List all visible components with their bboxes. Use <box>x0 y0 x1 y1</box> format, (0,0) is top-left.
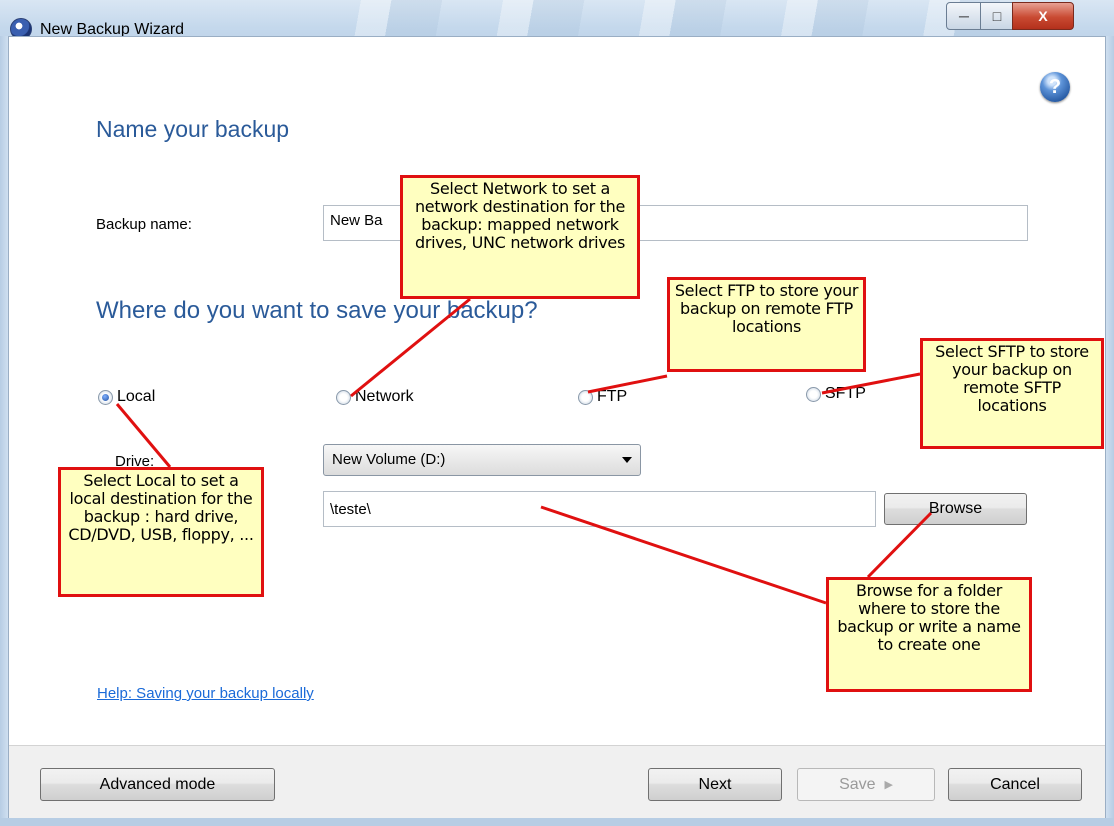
radio-unchecked-icon <box>578 389 593 405</box>
radio-network[interactable]: Network <box>336 388 414 406</box>
radio-checked-icon <box>98 389 113 405</box>
callout-ftp: Select FTP to store your backup on remot… <box>667 277 866 372</box>
close-button[interactable]: X <box>1012 2 1074 30</box>
radio-local-label: Local <box>117 388 156 405</box>
minimize-button[interactable]: ─ <box>946 2 982 30</box>
drive-select-value: New Volume (D:) <box>332 451 446 468</box>
save-button[interactable]: Save ▶ <box>797 768 935 801</box>
help-icon[interactable]: ? <box>1040 72 1070 102</box>
cancel-button[interactable]: Cancel <box>948 768 1082 801</box>
radio-unchecked-icon <box>806 386 821 402</box>
radio-sftp-label: SFTP <box>825 385 866 402</box>
heading-save-location: Where do you want to save your backup? <box>96 297 538 324</box>
window-frame-right <box>1106 36 1114 826</box>
backup-name-label: Backup name: <box>96 216 192 233</box>
advanced-mode-button[interactable]: Advanced mode <box>40 768 275 801</box>
callout-network: Select Network to set a network destinat… <box>400 175 640 299</box>
chevron-down-icon <box>622 457 632 463</box>
path-input[interactable]: \teste\ <box>323 491 876 527</box>
browse-button[interactable]: Browse <box>884 493 1027 525</box>
window-frame-bottom <box>0 818 1114 826</box>
radio-local[interactable]: Local <box>98 388 155 406</box>
radio-unchecked-icon <box>336 389 351 405</box>
drive-select[interactable]: New Volume (D:) <box>323 444 641 476</box>
next-button[interactable]: Next <box>648 768 782 801</box>
radio-ftp[interactable]: FTP <box>578 388 627 406</box>
window-frame-left <box>0 36 8 826</box>
maximize-button[interactable]: □ <box>980 2 1014 30</box>
callout-local: Select Local to set a local destination … <box>58 467 264 597</box>
callout-browse: Browse for a folder where to store the b… <box>826 577 1032 692</box>
radio-ftp-label: FTP <box>597 388 628 405</box>
callout-sftp: Select SFTP to store your backup on remo… <box>920 338 1104 449</box>
heading-name-backup: Name your backup <box>96 116 290 142</box>
radio-sftp[interactable]: SFTP <box>806 385 866 403</box>
radio-network-label: Network <box>355 388 414 405</box>
help-link[interactable]: Help: Saving your backup locally <box>97 685 314 702</box>
arrow-right-icon: ▶ <box>884 779 893 791</box>
save-button-label: Save <box>839 775 876 793</box>
